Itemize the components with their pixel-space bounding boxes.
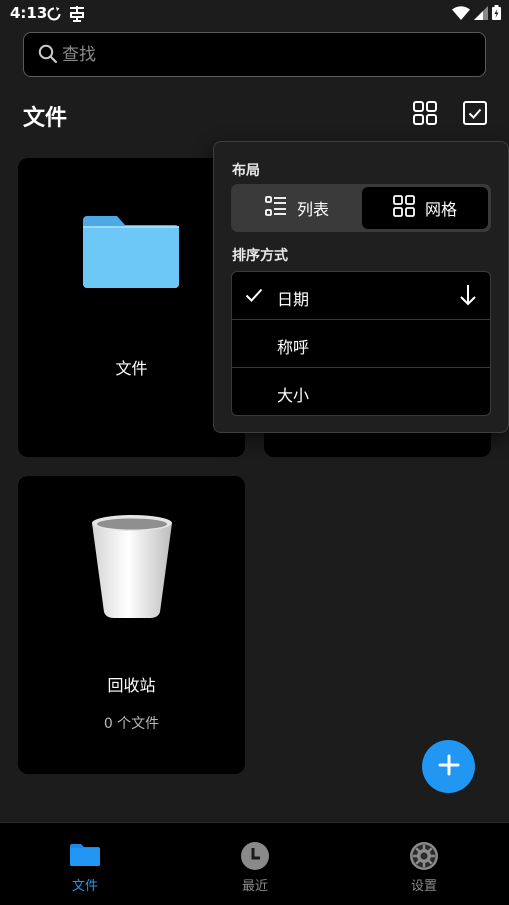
layout-list-option[interactable]: 列表 xyxy=(234,187,360,229)
nav-label: 设置 xyxy=(410,879,437,894)
add-button[interactable] xyxy=(422,740,475,793)
nav-item-files[interactable]: 文件 xyxy=(0,823,170,905)
sort-section-label: 排序方式 xyxy=(232,248,288,264)
status-bar: 4:13 xyxy=(0,0,509,28)
sort-option-name[interactable]: 称呼 xyxy=(232,320,490,368)
sort-option-size[interactable]: 大小 xyxy=(232,368,490,415)
signal-icon xyxy=(474,5,488,24)
view-options-popup: 布局 列表 网格 排序方式 日期 称呼 大小 xyxy=(213,141,509,433)
bottom-navigation: 文件 最近 设置 xyxy=(0,822,509,905)
layout-section-label: 布局 xyxy=(232,163,260,179)
sort-option-date[interactable]: 日期 xyxy=(232,272,490,320)
layout-grid-label: 网格 xyxy=(424,200,457,219)
search-bar[interactable] xyxy=(23,32,486,77)
trash-icon xyxy=(90,514,174,624)
card-name: 文件 xyxy=(115,359,148,378)
status-right-icons xyxy=(452,5,501,24)
nav-label: 最近 xyxy=(241,879,268,894)
check-icon xyxy=(245,287,263,306)
page-title: 文件 xyxy=(23,106,68,131)
battery-icon xyxy=(492,5,501,24)
gear-icon xyxy=(409,841,439,875)
files-card[interactable]: 文件 xyxy=(18,158,245,457)
sync-icon xyxy=(46,6,62,26)
nav-label: 文件 xyxy=(71,879,98,894)
grid-view-icon xyxy=(412,101,438,130)
sort-option-label: 日期 xyxy=(277,290,310,309)
card-file-count: 0 个文件 xyxy=(103,716,160,732)
search-input[interactable] xyxy=(62,33,472,76)
sort-options-list: 日期 称呼 大小 xyxy=(231,271,491,416)
layout-grid-option[interactable]: 网格 xyxy=(362,187,488,229)
grid-view-button[interactable] xyxy=(412,100,438,126)
layout-toggle: 列表 网格 xyxy=(231,184,491,232)
folder-icon xyxy=(70,841,100,871)
select-checkbox-icon xyxy=(462,101,488,130)
sort-option-label: 称呼 xyxy=(277,338,310,357)
clock-icon xyxy=(240,841,270,875)
list-icon xyxy=(265,196,287,220)
wifi-icon xyxy=(452,5,470,24)
grid-icon xyxy=(393,195,415,221)
plus-icon xyxy=(438,754,460,780)
notification-icon xyxy=(68,5,86,26)
status-left-icons xyxy=(46,5,86,26)
card-name: 回收站 xyxy=(107,676,156,695)
trash-card[interactable]: 回收站 0 个文件 xyxy=(18,476,245,774)
folder-icon xyxy=(83,212,179,292)
layout-list-label: 列表 xyxy=(296,200,329,219)
select-button[interactable] xyxy=(462,100,488,126)
nav-item-recent[interactable]: 最近 xyxy=(170,823,340,905)
search-icon xyxy=(38,44,58,68)
arrow-down-icon xyxy=(460,284,476,310)
sort-option-label: 大小 xyxy=(277,386,310,405)
status-time: 4:13 xyxy=(10,4,48,22)
nav-item-settings[interactable]: 设置 xyxy=(339,823,509,905)
